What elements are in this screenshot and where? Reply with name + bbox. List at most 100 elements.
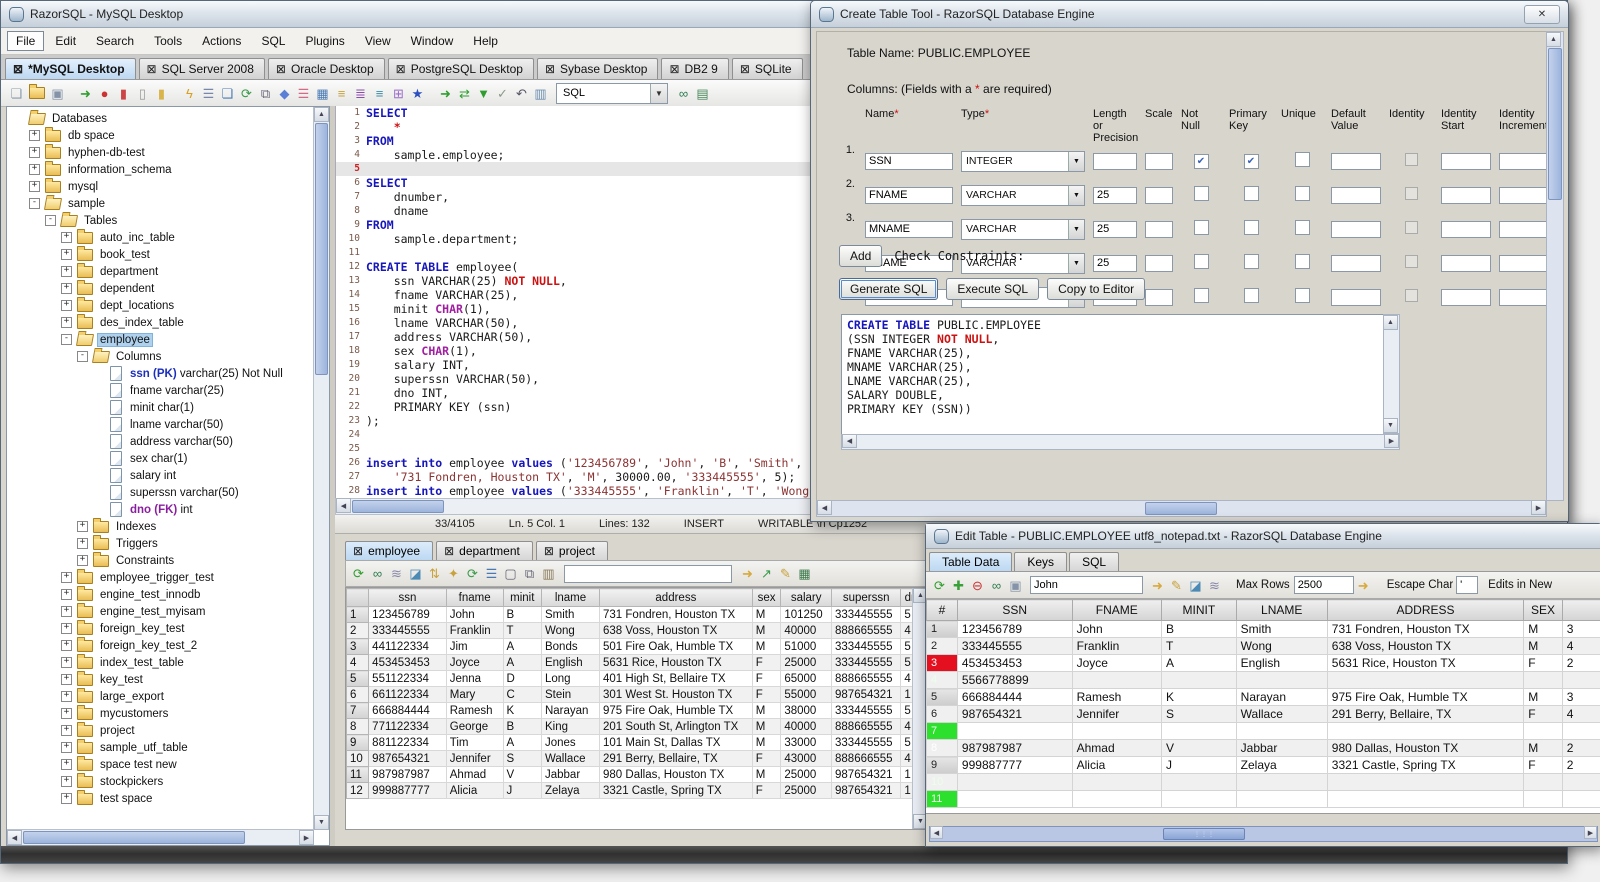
tree-item-selected[interactable]: - employee: [7, 331, 314, 348]
tree-item[interactable]: + key_test: [7, 670, 314, 688]
results-column-header[interactable]: minit: [502, 588, 542, 607]
unique-checkbox[interactable]: [1294, 186, 1310, 201]
results-cell[interactable]: V: [502, 766, 542, 783]
edit-cell[interactable]: [1071, 671, 1162, 689]
results-cell[interactable]: M: [751, 606, 782, 623]
expand-icon[interactable]: +: [29, 147, 40, 158]
tree-item[interactable]: + information_schema: [7, 160, 314, 178]
results-tab-department[interactable]: ⊠ department: [436, 541, 533, 560]
edit-hscroll-thumb[interactable]: ⋮⋮⋮: [1163, 828, 1246, 840]
results-cell[interactable]: 441122334: [368, 638, 447, 655]
diamond-icon[interactable]: ◆: [276, 85, 293, 102]
generate-sql-button[interactable]: Generate SQL: [839, 278, 939, 300]
edit-cell[interactable]: 123456789: [956, 620, 1073, 638]
excel-icon[interactable]: ▦: [796, 565, 813, 582]
unique-checkbox[interactable]: [1294, 220, 1310, 235]
edit-cell[interactable]: [1071, 773, 1162, 791]
tree-item[interactable]: + engine_test_innodb: [7, 585, 314, 603]
identity-start-input[interactable]: [1441, 288, 1491, 306]
results-cell[interactable]: 201 South St, Arlington TX: [599, 718, 753, 735]
results-cell[interactable]: Jenna: [445, 670, 504, 687]
edit-cell[interactable]: V: [1160, 739, 1237, 757]
tree-item[interactable]: +address varchar(50): [7, 433, 314, 450]
format-purple-icon[interactable]: ≣: [352, 85, 369, 102]
table-info-icon[interactable]: ⊞: [390, 85, 407, 102]
results-cell[interactable]: F: [751, 750, 782, 767]
results-cell[interactable]: A: [502, 638, 542, 655]
window-icon[interactable]: ▢: [502, 565, 519, 582]
results-cell[interactable]: A: [502, 654, 542, 671]
tree-item[interactable]: + foreign_key_test_2: [7, 636, 314, 654]
row-stack-icon[interactable]: ☰: [295, 85, 312, 102]
tree-item[interactable]: + space test new: [7, 755, 314, 773]
results-column-header[interactable]: lname: [540, 588, 601, 607]
results-cell[interactable]: 40000: [780, 622, 833, 639]
edit-row-number[interactable]: 6: [926, 705, 958, 723]
edit-cell[interactable]: [1523, 722, 1563, 740]
expand-icon[interactable]: +: [61, 232, 72, 243]
primary-key-checkbox[interactable]: [1243, 254, 1259, 269]
default-value-input[interactable]: [1331, 220, 1381, 238]
edit-cell[interactable]: [1326, 790, 1525, 808]
edit-cell[interactable]: English: [1235, 654, 1328, 672]
copy-to-editor-button[interactable]: Copy to Editor: [1047, 278, 1146, 300]
menu-help[interactable]: Help: [464, 31, 507, 51]
edit-cell[interactable]: [1326, 671, 1525, 689]
edit-tab-table-data[interactable]: Table Data: [929, 552, 1013, 571]
column-name-input[interactable]: [865, 186, 953, 204]
results-cell[interactable]: 5631 Rice, Houston TX: [599, 654, 753, 671]
add-row-icon[interactable]: ✚: [950, 577, 967, 594]
tree-item[interactable]: + Constraints: [7, 551, 314, 569]
edit-cell[interactable]: [1071, 722, 1162, 740]
collapse-icon[interactable]: -: [77, 351, 88, 362]
connection-tab-sqlite[interactable]: ⊠ SQLite: [731, 58, 803, 79]
edit-cell[interactable]: [1235, 722, 1328, 740]
tab-close-icon[interactable]: ⊠: [147, 63, 157, 75]
results-cell[interactable]: English: [540, 654, 601, 671]
results-cell[interactable]: S: [502, 750, 542, 767]
results-cell[interactable]: 291 Berry, Bellaire, TX: [599, 750, 753, 767]
results-cell[interactable]: 401 High St, Bellaire TX: [599, 670, 753, 687]
escape-char-input[interactable]: [1456, 576, 1479, 594]
tree-item[interactable]: + stockpickers: [7, 772, 314, 790]
column-type-select[interactable]: VARCHAR ▼: [961, 184, 1085, 206]
results-cell[interactable]: 301 West St. Houston TX: [599, 686, 753, 703]
column-name-input[interactable]: [865, 220, 953, 238]
edit-cell[interactable]: F: [1523, 705, 1563, 723]
expand-icon[interactable]: +: [61, 708, 72, 719]
unique-checkbox[interactable]: [1294, 254, 1310, 269]
identity-start-input[interactable]: [1441, 220, 1491, 238]
edit-cell[interactable]: [1235, 773, 1328, 791]
results-cell[interactable]: Tim: [445, 734, 504, 751]
db-browse-icon[interactable]: ⟳: [238, 85, 255, 102]
results-cell[interactable]: 980 Dallas, Houston TX: [599, 766, 753, 783]
expand-icon[interactable]: +: [29, 164, 40, 175]
tree-item[interactable]: +Databases: [7, 110, 314, 127]
unique-checkbox[interactable]: [1294, 152, 1310, 167]
execute-all-icon[interactable]: ⇄: [456, 85, 473, 102]
tree-item[interactable]: + dept_locations: [7, 296, 314, 314]
results-cell[interactable]: 881122334: [368, 734, 447, 751]
edit-cell[interactable]: [1561, 773, 1600, 791]
erase-icon[interactable]: ◪: [407, 565, 424, 582]
row-number-cell[interactable]: 10: [346, 750, 370, 767]
edit-cell[interactable]: Alicia: [1071, 756, 1162, 774]
tree-item[interactable]: +ssn (PK) varchar(25) Not Null: [7, 365, 314, 382]
edit-cell[interactable]: 4: [1561, 705, 1600, 723]
column-type-select[interactable]: INTEGER ▼: [961, 150, 1085, 172]
scroll-down-button[interactable]: ▼: [314, 815, 329, 830]
results-cell[interactable]: 101250: [780, 606, 833, 623]
results-cell[interactable]: 33000: [780, 734, 833, 751]
favorites-icon[interactable]: ★: [409, 85, 426, 102]
expand-icon[interactable]: +: [61, 640, 72, 651]
results-cell[interactable]: 638 Voss, Houston TX: [599, 622, 753, 639]
row-number-cell[interactable]: 8: [346, 718, 370, 735]
scroll-left-button[interactable]: ◀: [817, 500, 832, 515]
results-cell[interactable]: John: [445, 606, 504, 623]
expand-icon[interactable]: +: [77, 555, 88, 566]
tab-close-icon[interactable]: ⊠: [544, 545, 554, 557]
edit-cell[interactable]: M: [1523, 637, 1563, 655]
tree-horizontal-scrollbar[interactable]: ◀ ▶: [7, 829, 314, 845]
results-cell[interactable]: 666884444: [368, 702, 447, 719]
tree-item[interactable]: +salary int: [7, 467, 314, 484]
